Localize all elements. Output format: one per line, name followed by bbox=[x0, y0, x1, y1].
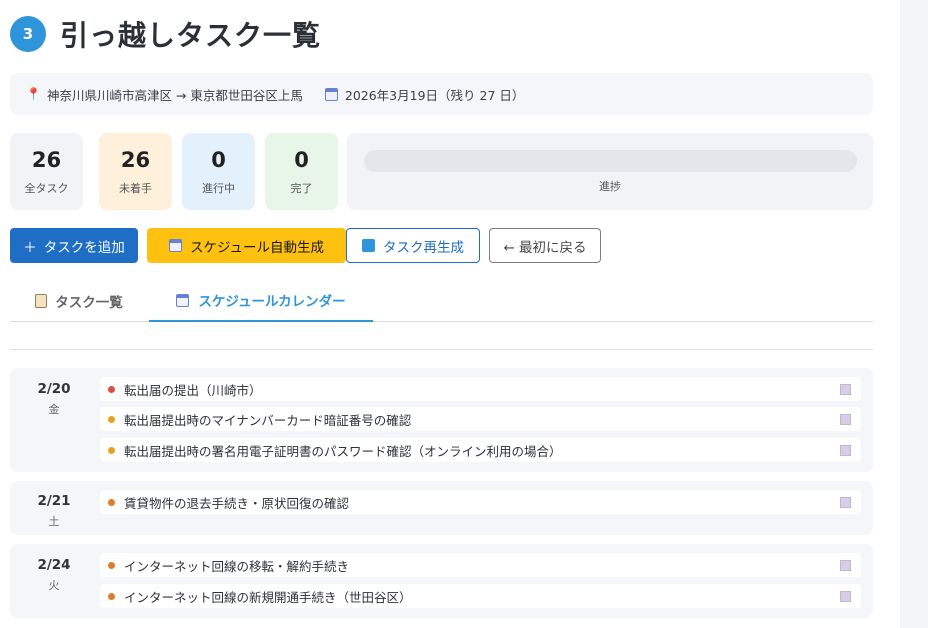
divider bbox=[10, 349, 873, 350]
day-month-day: 2/21 bbox=[37, 493, 71, 509]
back-to-start-button[interactable]: ← 最初に戻る bbox=[489, 228, 601, 263]
day-group: 2/21 土 賃貸物件の退去手続き・原状回復の確認 bbox=[10, 481, 873, 535]
right-gutter bbox=[900, 0, 928, 628]
stat-todo-value: 26 bbox=[120, 147, 151, 172]
day-date: 2/21 土 bbox=[10, 493, 98, 529]
tab-schedule-calendar[interactable]: スケジュールカレンダー bbox=[149, 280, 373, 322]
tab-task-list-label: タスク一覧 bbox=[55, 295, 123, 311]
stat-done-label: 完了 bbox=[290, 181, 313, 195]
back-label: ← 最初に戻る bbox=[503, 239, 587, 256]
regenerate-tasks-button[interactable]: タスク再生成 bbox=[346, 228, 480, 263]
refresh-icon bbox=[362, 239, 375, 252]
move-info-bar: 📍 神奈川県川崎市高津区 → 東京都世田谷区上馬 2026年3月19日（残り 2… bbox=[10, 73, 873, 115]
task-title: インターネット回線の移転・解約手続き bbox=[124, 558, 350, 574]
route-info: 📍 神奈川県川崎市高津区 → 東京都世田谷区上馬 bbox=[26, 85, 303, 104]
day-weekday: 火 bbox=[48, 579, 60, 592]
day-group: 2/24 火 インターネット回線の移転・解約手続き インターネット回線の新規開通… bbox=[10, 544, 873, 618]
add-task-label: タスクを追加 bbox=[43, 239, 125, 256]
stat-total-label: 全タスク bbox=[24, 181, 69, 195]
day-weekday: 土 bbox=[48, 515, 60, 528]
progress-bar bbox=[364, 150, 857, 172]
task-item[interactable]: インターネット回線の新規開通手続き（世田谷区） bbox=[100, 584, 861, 608]
task-item[interactable]: 転出届提出時の署名用電子証明書のパスワード確認（オンライン利用の場合） bbox=[100, 438, 861, 462]
priority-dot bbox=[108, 446, 115, 454]
auto-schedule-button[interactable]: スケジュール自動生成 bbox=[147, 228, 346, 263]
stat-done: 0 完了 bbox=[265, 133, 338, 210]
task-title: 転出届提出時のマイナンバーカード暗証番号の確認 bbox=[124, 412, 412, 428]
priority-dot bbox=[108, 561, 115, 569]
regenerate-label: タスク再生成 bbox=[383, 239, 464, 256]
stat-total: 26 全タスク bbox=[10, 133, 83, 210]
step-badge: 3 bbox=[10, 16, 46, 52]
progress-label: 進捗 bbox=[599, 180, 621, 193]
day-date: 2/20 金 bbox=[10, 381, 98, 417]
priority-dot bbox=[108, 592, 115, 600]
priority-dot bbox=[108, 498, 115, 506]
page-header: 3 引っ越しタスク一覧 bbox=[10, 14, 321, 54]
task-item[interactable]: 賃貸物件の退去手続き・原状回復の確認 bbox=[100, 490, 861, 514]
priority-dot bbox=[108, 415, 115, 423]
stat-total-value: 26 bbox=[31, 147, 62, 172]
route-text: 神奈川県川崎市高津区 → 東京都世田谷区上馬 bbox=[46, 87, 303, 103]
stat-todo: 26 未着手 bbox=[99, 133, 172, 210]
day-group: 2/20 金 転出届の提出（川崎市） 転出届提出時のマイナンバーカード暗証番号の… bbox=[10, 368, 873, 472]
plus-icon: ＋ bbox=[23, 239, 37, 256]
task-status-marker[interactable] bbox=[840, 444, 851, 456]
day-month-day: 2/20 bbox=[37, 381, 71, 397]
add-task-button[interactable]: ＋ タスクを追加 bbox=[10, 228, 138, 263]
day-month-day: 2/24 bbox=[37, 557, 71, 573]
page-title: 引っ越しタスク一覧 bbox=[60, 19, 322, 52]
task-item[interactable]: 転出届の提出（川崎市） bbox=[100, 377, 861, 401]
progress-card: 進捗 bbox=[347, 133, 873, 210]
task-status-marker[interactable] bbox=[840, 413, 851, 425]
clipboard-icon bbox=[35, 294, 48, 308]
date-info: 2026年3月19日（残り 27 日） bbox=[324, 85, 525, 104]
task-item[interactable]: 転出届提出時のマイナンバーカード暗証番号の確認 bbox=[100, 407, 861, 431]
task-status-marker[interactable] bbox=[840, 383, 851, 395]
stat-in-progress-label: 進行中 bbox=[202, 181, 235, 195]
task-status-marker[interactable] bbox=[840, 496, 851, 508]
task-status-marker[interactable] bbox=[840, 559, 851, 571]
view-tabs: タスク一覧 スケジュールカレンダー bbox=[10, 280, 873, 322]
task-title: 転出届の提出（川崎市） bbox=[124, 382, 262, 398]
calendar-icon bbox=[324, 87, 338, 101]
calendar-icon bbox=[176, 293, 190, 307]
task-title: 賃貸物件の退去手続き・原状回復の確認 bbox=[124, 495, 350, 511]
tab-task-list[interactable]: タスク一覧 bbox=[10, 280, 148, 322]
day-weekday: 金 bbox=[48, 403, 60, 416]
task-title: 転出届提出時の署名用電子証明書のパスワード確認（オンライン利用の場合） bbox=[124, 443, 562, 459]
stat-in-progress-value: 0 bbox=[211, 147, 226, 172]
calendar-icon bbox=[168, 239, 182, 252]
stat-todo-label: 未着手 bbox=[119, 181, 152, 195]
stat-done-value: 0 bbox=[294, 147, 309, 172]
task-item[interactable]: インターネット回線の移転・解約手続き bbox=[100, 553, 861, 577]
day-date: 2/24 火 bbox=[10, 557, 98, 593]
stats-row: 26 全タスク 26 未着手 0 進行中 0 完了 進捗 bbox=[10, 133, 873, 211]
stat-in-progress: 0 進行中 bbox=[182, 133, 255, 210]
location-pin-icon: 📍 bbox=[26, 87, 41, 101]
task-status-marker[interactable] bbox=[840, 590, 851, 602]
move-date-text: 2026年3月19日（残り 27 日） bbox=[344, 87, 525, 103]
auto-schedule-label: スケジュール自動生成 bbox=[189, 239, 325, 256]
priority-dot bbox=[108, 385, 115, 393]
task-title: インターネット回線の新規開通手続き（世田谷区） bbox=[124, 589, 412, 605]
tab-schedule-calendar-label: スケジュールカレンダー bbox=[198, 294, 346, 310]
